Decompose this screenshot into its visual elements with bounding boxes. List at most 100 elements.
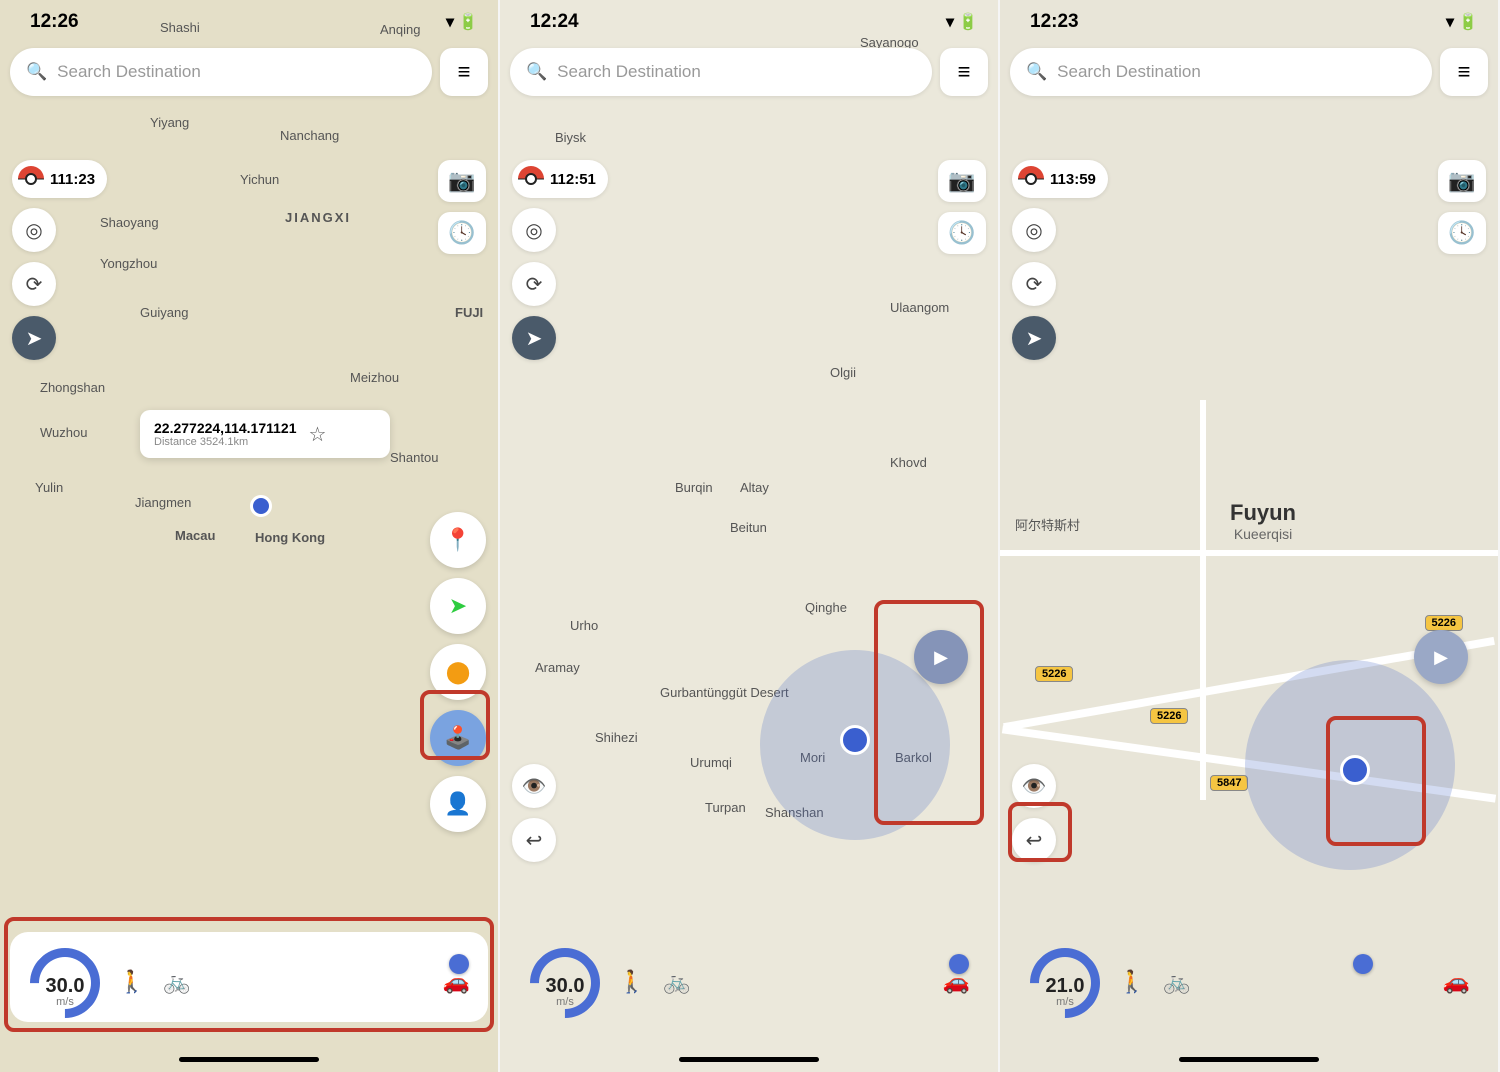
status-time: 12:24	[530, 11, 579, 33]
wifi-icon: ▾	[946, 12, 954, 32]
clock-icon: 🕓	[1448, 220, 1475, 246]
location-marker	[1340, 755, 1370, 785]
rotate-button[interactable]: ⟳	[1012, 262, 1056, 306]
search-input[interactable]: 🔍 Search Destination	[1010, 48, 1432, 96]
camera-button[interactable]: 📷	[938, 160, 986, 202]
map-label: Yulin	[35, 480, 63, 495]
hamburger-icon: ≡	[1458, 59, 1471, 85]
avatar-button[interactable]: 👤	[430, 776, 486, 832]
bike-mode-button[interactable]: 🚲	[163, 969, 190, 995]
locate-button[interactable]: ◎	[12, 208, 56, 252]
clock-icon: 🕓	[448, 220, 475, 246]
timer-badge[interactable]: 113:59	[1012, 160, 1108, 198]
search-input[interactable]: 🔍 Search Destination	[510, 48, 932, 96]
slider-thumb[interactable]	[949, 954, 969, 974]
home-indicator[interactable]	[1179, 1057, 1319, 1062]
walk-mode-button[interactable]: 🚶	[1118, 969, 1145, 995]
compass-icon: ➤	[1026, 326, 1043, 351]
exit-icon: ↩	[526, 828, 543, 853]
route-button[interactable]: 📍	[430, 512, 486, 568]
exit-button[interactable]: ↩	[512, 818, 556, 862]
eye-icon: 👁️	[1022, 774, 1047, 799]
compass-button[interactable]: ➤	[512, 316, 556, 360]
road-label: 5226	[1425, 615, 1463, 631]
timer-badge[interactable]: 112:51	[512, 160, 608, 198]
locate-button[interactable]: ◎	[1012, 208, 1056, 252]
slider-thumb[interactable]	[1353, 954, 1373, 974]
history-button[interactable]: 🕓	[938, 212, 986, 254]
refresh-icon: ⟳	[26, 272, 43, 297]
city-label: Fuyun Kueerqisi	[1230, 500, 1296, 542]
road-label: 5226	[1035, 666, 1073, 682]
play-button[interactable]: ▶	[1414, 630, 1468, 684]
location-marker	[840, 725, 870, 755]
menu-button[interactable]: ≡	[1440, 48, 1488, 96]
locate-button[interactable]: ◎	[512, 208, 556, 252]
home-indicator[interactable]	[679, 1057, 819, 1062]
compass-button[interactable]: ➤	[12, 316, 56, 360]
status-bar: 12:24 ▾🔋	[500, 0, 998, 40]
star-icon[interactable]: ☆	[309, 422, 327, 447]
map-label: Qinghe	[805, 600, 847, 615]
timer-badge[interactable]: 111:23	[12, 160, 107, 198]
phone-screen-3: 5226 5226 5847 5226 12:23 ▾🔋 🔍 Search De…	[1000, 0, 1498, 1072]
map-label: Aramay	[535, 660, 580, 675]
eye-button[interactable]: 👁️	[512, 764, 556, 808]
clock-icon: 🕓	[948, 220, 975, 246]
history-button[interactable]: 🕓	[1438, 212, 1486, 254]
speed-control-bar: 21.0 m/s 🚶 🚲 🚗	[1010, 932, 1488, 1022]
map-label: Khovd	[890, 455, 927, 470]
camera-button[interactable]: 📷	[1438, 160, 1486, 202]
search-icon: 🔍	[526, 62, 547, 82]
rotate-button[interactable]: ⟳	[512, 262, 556, 306]
map-label: Shaoyang	[100, 215, 159, 230]
send-button[interactable]: ➤	[430, 578, 486, 634]
compass-button[interactable]: ➤	[1012, 316, 1056, 360]
search-placeholder: Search Destination	[557, 62, 701, 82]
map-label: Burqin	[675, 480, 713, 495]
timer-value: 111:23	[50, 171, 95, 188]
distance-text: Distance 3524.1km	[154, 436, 297, 448]
eye-button[interactable]: 👁️	[1012, 764, 1056, 808]
camera-icon: 📷	[1448, 168, 1475, 194]
speed-meter: 30.0 m/s	[28, 946, 102, 1008]
phone-screen-1: 12:26 ▾ 🔋 🔍 Search Destination ≡ Shashi …	[0, 0, 498, 1072]
history-button[interactable]: 🕓	[438, 212, 486, 254]
speed-arc-icon	[516, 934, 615, 1033]
coordinates-popup[interactable]: 22.277224,114.171121 Distance 3524.1km ☆	[140, 410, 390, 458]
walk-mode-button[interactable]: 🚶	[618, 969, 645, 995]
coins-button[interactable]: ⬤	[430, 644, 486, 700]
road-label: 5226	[1150, 708, 1188, 724]
map-label: Yongzhou	[100, 256, 157, 271]
status-icons: ▾🔋	[1446, 12, 1478, 32]
battery-icon: 🔋	[958, 12, 978, 32]
camera-button[interactable]: 📷	[438, 160, 486, 202]
search-input[interactable]: 🔍 Search Destination	[10, 48, 432, 96]
speed-meter: 30.0 m/s	[528, 946, 602, 1008]
person-icon: 👤	[444, 791, 471, 817]
map-label: Altay	[740, 480, 769, 495]
map-label: Urumqi	[690, 755, 732, 770]
map-label: JIANGXI	[285, 210, 351, 225]
exit-icon: ↩	[1026, 828, 1043, 853]
menu-button[interactable]: ≡	[440, 48, 488, 96]
map-label: Shihezi	[595, 730, 638, 745]
bike-mode-button[interactable]: 🚲	[1163, 969, 1190, 995]
joystick-button[interactable]: 🕹️	[430, 710, 486, 766]
car-mode-button[interactable]: 🚗	[1443, 969, 1470, 995]
exit-button[interactable]: ↩	[1012, 818, 1056, 862]
route-icon: 📍	[444, 527, 471, 553]
timer-value: 113:59	[1050, 171, 1096, 188]
map-label: Nanchang	[280, 128, 339, 143]
slider-thumb[interactable]	[449, 954, 469, 974]
home-indicator[interactable]	[179, 1057, 319, 1062]
walk-mode-button[interactable]: 🚶	[118, 969, 145, 995]
play-button[interactable]: ▶	[914, 630, 968, 684]
search-icon: 🔍	[1026, 62, 1047, 82]
map-label: Meizhou	[350, 370, 399, 385]
timer-value: 112:51	[550, 171, 596, 188]
rotate-button[interactable]: ⟳	[12, 262, 56, 306]
map-label: Turpan	[705, 800, 746, 815]
menu-button[interactable]: ≡	[940, 48, 988, 96]
bike-mode-button[interactable]: 🚲	[663, 969, 690, 995]
